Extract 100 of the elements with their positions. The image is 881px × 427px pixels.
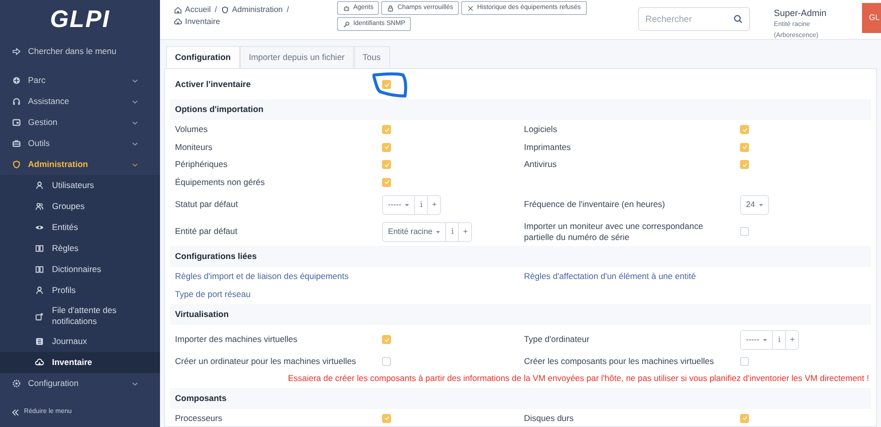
add-button[interactable]: + (458, 222, 472, 240)
section-title: Virtualisation (175, 308, 229, 321)
checkmark-icon (742, 126, 748, 133)
submenu-item[interactable]: Groupes (0, 196, 160, 217)
checkmark-icon (742, 415, 748, 422)
menu-search-label: Chercher dans le menu (28, 44, 116, 58)
submenu-item[interactable]: Profils (0, 280, 160, 301)
search-field[interactable]: Rechercher (638, 7, 750, 31)
section-title: Options d'importation (175, 103, 264, 116)
user-name: Super-Admin (774, 8, 828, 19)
briefcase-icon (12, 139, 21, 148)
eye-icon (35, 223, 44, 232)
caret-icon (763, 338, 768, 342)
menu-item[interactable]: Assistance (0, 91, 160, 112)
submenu-item[interactable]: Entités (0, 217, 160, 238)
breadcrumb-link[interactable]: Administration (221, 4, 283, 16)
section-title: Configurations liées (175, 250, 257, 263)
add-button[interactable]: + (785, 330, 798, 348)
close-icon (467, 4, 474, 12)
checkbox[interactable] (382, 414, 391, 423)
dropdown[interactable]: 24 (741, 196, 768, 214)
chevron-down-icon (132, 380, 138, 386)
user-icon (35, 286, 44, 295)
link[interactable]: Règles d'import et de liaison des équipements (175, 270, 349, 284)
chevron-down-icon (132, 140, 138, 146)
caret-icon (436, 230, 440, 234)
submenu-item[interactable]: Règles (0, 238, 160, 259)
breadcrumb-separator: / (214, 4, 218, 16)
submenu-item[interactable]: Journaux (0, 331, 160, 352)
add-button[interactable]: + (427, 196, 440, 214)
menu-item[interactable]: Administration (0, 154, 160, 175)
shield-icon (221, 6, 230, 14)
chevron-down-icon (132, 162, 138, 168)
field-label: Entité par défaut (175, 226, 238, 237)
glpi-logo: GLPI (48, 5, 111, 35)
info-button[interactable]: i (414, 196, 428, 214)
checkbox[interactable] (740, 142, 749, 152)
checkbox[interactable] (382, 142, 391, 152)
dropdown[interactable]: Entité racine (383, 222, 446, 240)
journal-icon (35, 337, 44, 346)
tab[interactable]: Configuration (166, 46, 240, 68)
users-icon (35, 202, 44, 211)
field-label: Créer les composants pour les machines virtuelles (524, 356, 714, 368)
field-label: Importer des machines virtuelles (175, 334, 298, 345)
checkbox[interactable] (382, 357, 391, 366)
checkbox[interactable] (740, 160, 749, 170)
section-title: Composants (175, 392, 226, 404)
checkbox[interactable] (382, 160, 391, 170)
cloud-icon (174, 18, 182, 26)
menu-item[interactable]: Parc (0, 70, 160, 91)
tab[interactable]: Importer depuis un fichier (240, 46, 354, 68)
menu-search-button[interactable]: Chercher dans le menu (0, 42, 128, 60)
user-icon (35, 181, 44, 190)
breadcrumb-link[interactable]: Accueil (174, 4, 211, 16)
checkbox[interactable] (740, 357, 749, 366)
field-label: Disques durs (524, 412, 574, 424)
book-icon (35, 244, 44, 253)
checkmark-icon (384, 162, 390, 168)
menu-item[interactable]: Configuration (0, 373, 160, 394)
checkmark-icon (384, 126, 390, 133)
menu-item[interactable]: Gestion (0, 112, 160, 133)
double-chevron-left-icon (12, 408, 19, 416)
checkbox[interactable] (382, 178, 391, 187)
field-label: Logiciels (524, 124, 558, 136)
checkbox[interactable] (740, 227, 749, 236)
field-label: Antivirus (524, 159, 557, 170)
checkbox[interactable] (740, 414, 749, 423)
checkbox[interactable] (382, 335, 391, 344)
submenu-item[interactable]: Dictionnaires (0, 259, 160, 280)
submenu-item[interactable]: Utilisateurs (0, 175, 160, 196)
lock-icon (387, 4, 394, 12)
link[interactable]: Type de port réseau (175, 288, 251, 301)
field-label: Statut par défaut (175, 199, 238, 210)
notification-icon (35, 312, 44, 320)
field-label: Équipements non gérés (175, 176, 265, 188)
breadcrumb-link[interactable]: Inventaire (174, 16, 220, 28)
wallet-icon (12, 118, 21, 127)
warning-message: Essaiera de créer les composants à partir des informations de la VM envoyées par l'hôte, ne pas utiliser si vous planifiez d'inventorier les VM directement ! (288, 372, 869, 385)
tab[interactable]: Tous (354, 46, 390, 68)
submenu-item[interactable]: Inventaire (0, 352, 160, 373)
field-label: Activer l'inventaire (175, 79, 251, 90)
field-label: Moniteurs (175, 142, 212, 153)
menu-item[interactable]: Outils (0, 133, 160, 154)
info-button[interactable]: i (445, 222, 458, 240)
info-button[interactable]: i (772, 330, 786, 348)
checkbox[interactable] (740, 125, 749, 134)
robot-icon (343, 4, 350, 12)
chevron-down-icon (132, 120, 138, 126)
caret-icon (405, 202, 410, 206)
checkbox[interactable] (382, 125, 391, 134)
chevron-down-icon (132, 78, 138, 84)
submenu-item[interactable]: File d'attente des notifications (0, 301, 160, 331)
dropdown[interactable]: ----- (741, 330, 772, 348)
checkmark-icon (384, 144, 390, 150)
checkbox[interactable] (382, 80, 391, 89)
link[interactable]: Règles d'affectation d'un élément à une entité (524, 270, 696, 284)
breadcrumb-separator: / (286, 4, 289, 16)
dropdown[interactable]: ----- (383, 196, 414, 214)
box-icon (12, 76, 21, 85)
checkmark-icon (742, 144, 748, 150)
